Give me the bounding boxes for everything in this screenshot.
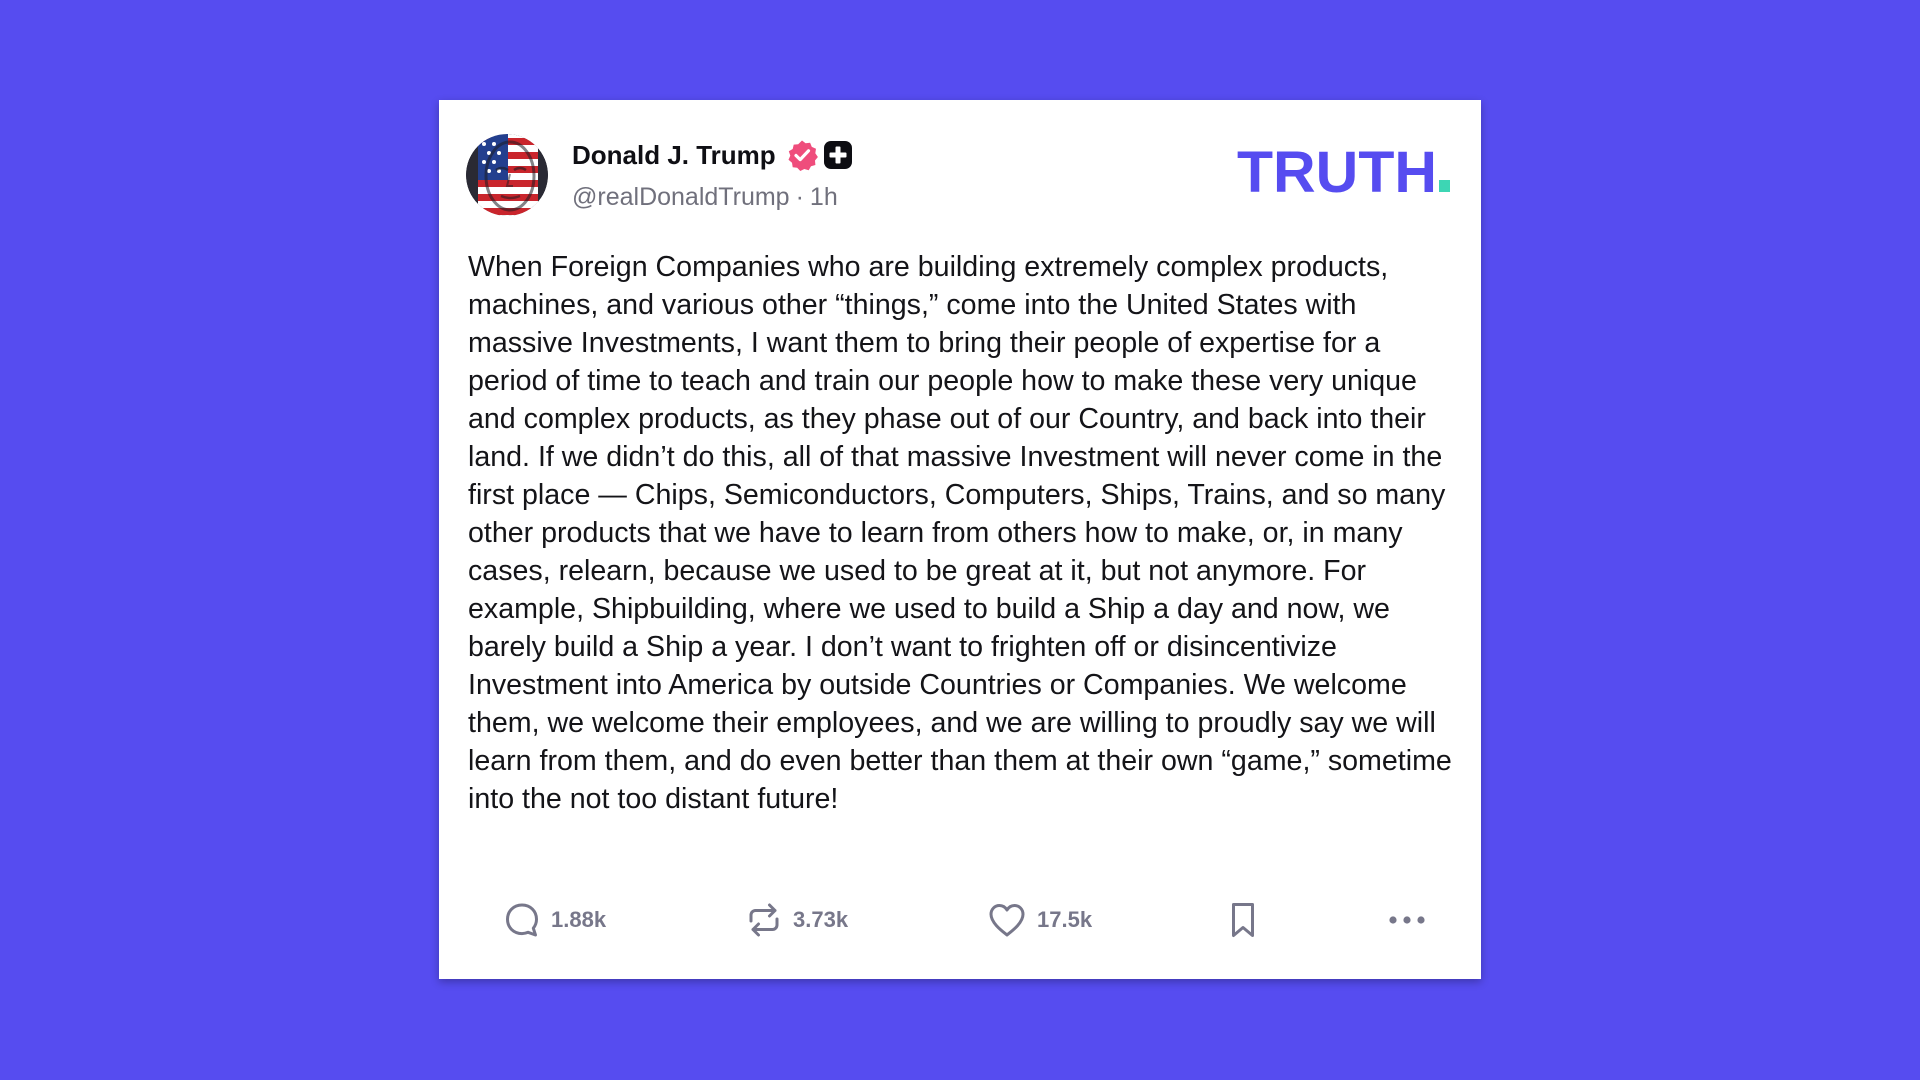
reply-icon [506, 903, 538, 937]
post-card: Donald J. Trump @realDonaldTrump · 1h TRUT… [439, 100, 1481, 979]
verified-badge-icon [788, 140, 818, 171]
post-timestamp[interactable]: 1h [810, 183, 838, 211]
author-handle[interactable]: @realDonaldTrump [572, 183, 790, 211]
avatar[interactable] [466, 134, 548, 216]
meta-separator: · [795, 183, 804, 211]
bookmark-button[interactable] [1225, 895, 1261, 945]
reply-count: 1.88k [551, 907, 607, 932]
plus-badge-icon [823, 141, 852, 169]
bookmark-icon [1232, 903, 1254, 937]
author-display-name[interactable]: Donald J. Trump [572, 140, 776, 171]
repost-count: 3.73k [793, 907, 849, 932]
author-name-row: Donald J. Trump [572, 137, 852, 173]
reply-button[interactable]: 1.88k [503, 895, 606, 945]
truth-logo-text: TRUTH [1237, 144, 1437, 200]
truth-logo: TRUTH [1237, 144, 1450, 200]
truth-logo-dot [1439, 180, 1450, 192]
post-body-text: When Foreign Companies who are building … [468, 251, 1452, 815]
like-icon [989, 904, 1025, 937]
more-icon [1389, 916, 1425, 924]
author-meta: @realDonaldTrump · 1h [572, 183, 838, 212]
post-action-bar: 1.88k 3.73k 17.5k [439, 895, 1481, 945]
like-count: 17.5k [1037, 907, 1093, 932]
repost-icon [749, 903, 779, 937]
more-button[interactable] [1385, 895, 1429, 945]
like-button[interactable]: 17.5k [987, 895, 1092, 945]
repost-button[interactable]: 3.73k [745, 895, 848, 945]
